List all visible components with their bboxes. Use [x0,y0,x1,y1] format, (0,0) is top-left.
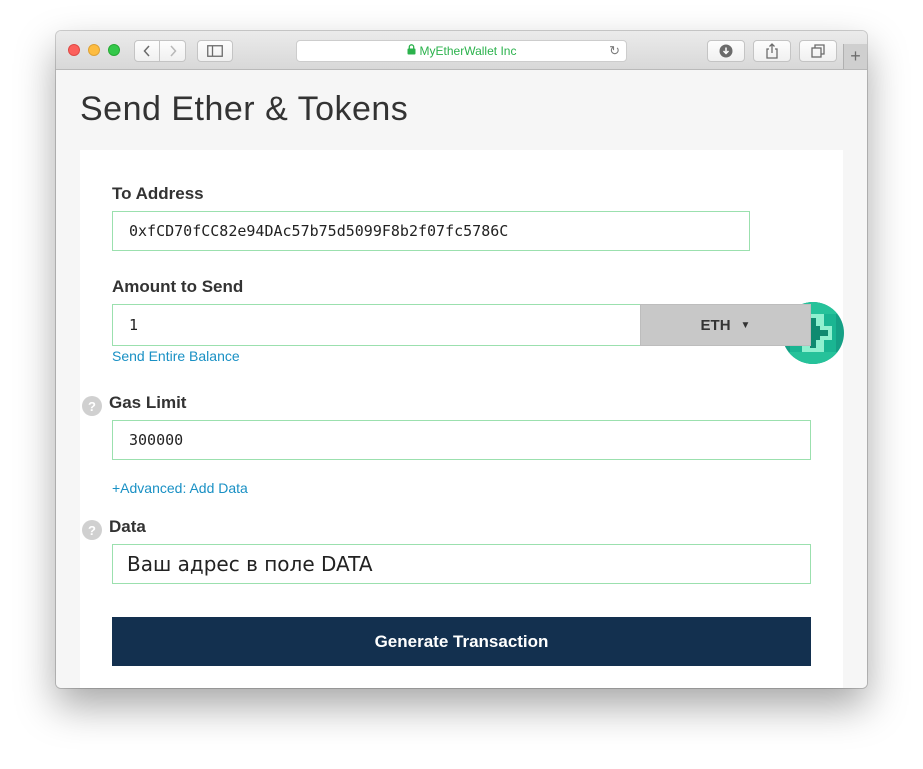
currency-label: ETH [700,316,731,334]
data-help-icon[interactable]: ? [82,520,102,540]
share-icon [766,43,778,59]
tabs-icon [811,44,825,58]
nav-buttons [134,40,186,62]
amount-label: Amount to Send [112,277,244,296]
currency-dropdown[interactable]: ETH ▼ [640,304,811,346]
send-form-card: To Address 0xfCD70fCC82e94DAc57b75d5099F… [80,150,844,688]
new-tab-button[interactable]: + [843,44,867,69]
page-title: Send Ether & Tokens [80,90,409,128]
lock-icon [407,44,416,58]
tabs-overview-button[interactable] [799,40,837,62]
to-address-input[interactable]: 0xfCD70fCC82e94DAc57b75d5099F8b2f07fc578… [112,211,750,251]
to-address-label: To Address [112,184,204,203]
gas-limit-help-icon[interactable]: ? [82,396,102,416]
gas-limit-input[interactable]: 300000 [112,420,811,460]
back-button[interactable] [134,40,160,62]
browser-toolbar: MyEtherWallet Inc ↻ + [56,31,867,70]
chevron-left-icon [143,45,150,57]
address-bar[interactable]: MyEtherWallet Inc ↻ [296,40,627,62]
download-icon [719,44,733,58]
page-content: Send Ether & Tokens To Address 0xfCD70fC… [56,70,867,688]
sidebar-icon [207,45,223,57]
send-entire-balance-link[interactable]: Send Entire Balance [112,348,240,364]
amount-input[interactable]: 1 [112,304,641,346]
zoom-window-button[interactable] [108,44,120,56]
caret-down-icon: ▼ [740,319,751,331]
data-label: Data [109,517,146,536]
share-button[interactable] [753,40,791,62]
gas-limit-label: Gas Limit [109,393,187,412]
close-window-button[interactable] [68,44,80,56]
advanced-add-data-link[interactable]: +Advanced: Add Data [112,480,248,496]
generate-transaction-button[interactable]: Generate Transaction [112,617,811,666]
browser-window: MyEtherWallet Inc ↻ + Send Ether & Token… [56,31,867,688]
address-text: MyEtherWallet Inc [419,44,517,58]
forward-button[interactable] [160,40,186,62]
minimize-window-button[interactable] [88,44,100,56]
sidebar-toggle-button[interactable] [197,40,233,62]
data-input[interactable]: Ваш адрес в поле DATA [112,544,811,584]
chevron-right-icon [169,45,177,57]
reload-icon[interactable]: ↻ [609,43,620,59]
downloads-button[interactable] [707,40,745,62]
